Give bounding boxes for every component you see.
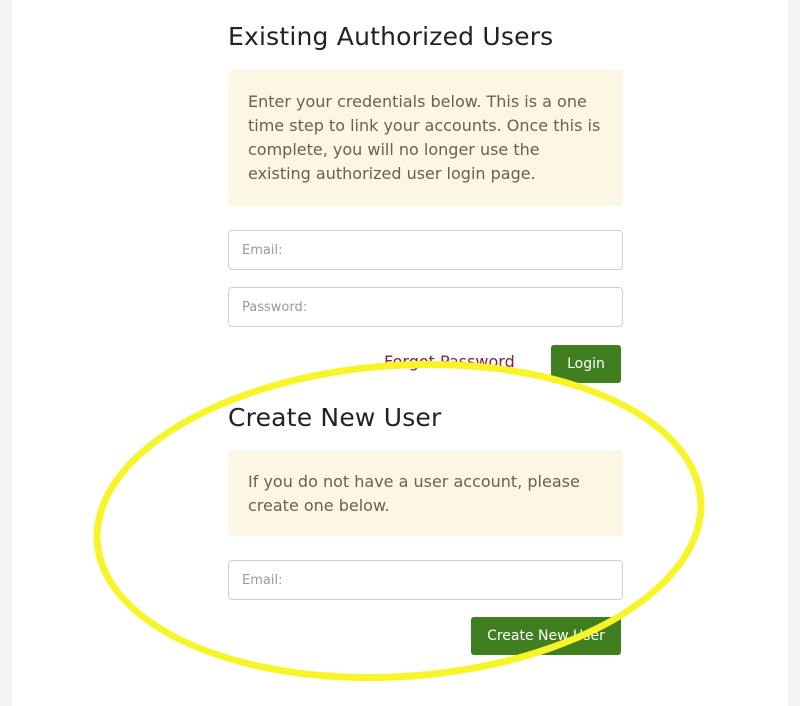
create-email-input[interactable]	[228, 560, 623, 600]
existing-users-title: Existing Authorized Users	[228, 22, 554, 51]
existing-password-input[interactable]	[228, 287, 623, 327]
create-user-notice: If you do not have a user account, pleas…	[228, 450, 623, 536]
existing-email-input[interactable]	[228, 230, 623, 270]
forgot-password-link[interactable]: Forgot Password	[384, 352, 515, 371]
existing-users-notice: Enter your credentials below. This is a …	[228, 70, 623, 206]
create-new-user-button[interactable]: Create New User	[471, 617, 621, 655]
login-button[interactable]: Login	[551, 345, 621, 383]
create-user-title: Create New User	[228, 403, 442, 432]
